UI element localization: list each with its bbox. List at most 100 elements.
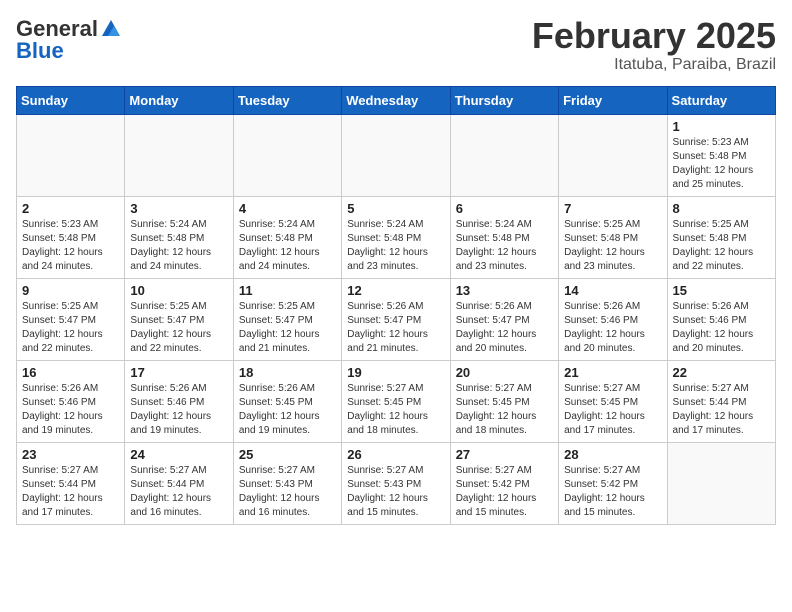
day-info: Sunrise: 5:27 AMSunset: 5:43 PMDaylight:… (347, 464, 444, 520)
day-number: 4 (239, 201, 336, 216)
day-info: Sunrise: 5:27 AMSunset: 5:43 PMDaylight:… (239, 464, 336, 520)
calendar-cell (559, 114, 667, 196)
day-number: 23 (22, 447, 119, 462)
day-number: 26 (347, 447, 444, 462)
calendar-cell: 23 Sunrise: 5:27 AMSunset: 5:44 PMDayligh… (17, 442, 125, 524)
calendar-cell: 25 Sunrise: 5:27 AMSunset: 5:43 PMDayligh… (233, 442, 341, 524)
calendar-cell (450, 114, 558, 196)
day-number: 12 (347, 283, 444, 298)
calendar-cell: 16Sunrise: 5:26 AMSunset: 5:46 PMDayligh… (17, 360, 125, 442)
day-info: Sunrise: 5:25 AMSunset: 5:47 PMDaylight:… (130, 300, 227, 356)
calendar-cell: 12 Sunrise: 5:26 AMSunset: 5:47 PMDayligh… (342, 278, 450, 360)
logo-blue-text: Blue (16, 38, 64, 64)
calendar-cell: 18Sunrise: 5:26 AMSunset: 5:45 PMDayligh… (233, 360, 341, 442)
weekday-header-tuesday: Tuesday (233, 86, 341, 114)
day-number: 15 (673, 283, 770, 298)
day-info: Sunrise: 5:23 AMSunset: 5:48 PMDaylight:… (22, 218, 119, 274)
day-number: 19 (347, 365, 444, 380)
calendar-cell: 8 Sunrise: 5:25 AMSunset: 5:48 PMDaylight… (667, 196, 775, 278)
day-info: Sunrise: 5:26 AMSunset: 5:47 PMDaylight:… (347, 300, 444, 356)
day-info: Sunrise: 5:24 AMSunset: 5:48 PMDaylight:… (239, 218, 336, 274)
day-number: 20 (456, 365, 553, 380)
day-info: Sunrise: 5:24 AMSunset: 5:48 PMDaylight:… (347, 218, 444, 274)
calendar-cell (667, 442, 775, 524)
calendar-cell: 22 Sunrise: 5:27 AMSunset: 5:44 PMDayligh… (667, 360, 775, 442)
calendar-table: SundayMondayTuesdayWednesdayThursdayFrid… (16, 86, 776, 525)
calendar-subtitle: Itatuba, Paraiba, Brazil (532, 56, 776, 74)
day-info: Sunrise: 5:26 AMSunset: 5:46 PMDaylight:… (673, 300, 770, 356)
weekday-header-friday: Friday (559, 86, 667, 114)
day-info: Sunrise: 5:26 AMSunset: 5:46 PMDaylight:… (130, 382, 227, 438)
calendar-cell (342, 114, 450, 196)
calendar-cell: 7Sunrise: 5:25 AMSunset: 5:48 PMDaylight… (559, 196, 667, 278)
weekday-header-monday: Monday (125, 86, 233, 114)
page-header: General Blue February 2025 Itatuba, Para… (16, 16, 776, 74)
calendar-cell: 6 Sunrise: 5:24 AMSunset: 5:48 PMDaylight… (450, 196, 558, 278)
calendar-cell: 9Sunrise: 5:25 AMSunset: 5:47 PMDaylight… (17, 278, 125, 360)
week-row-2: 2 Sunrise: 5:23 AMSunset: 5:48 PMDaylight… (17, 196, 776, 278)
calendar-cell: 11 Sunrise: 5:25 AMSunset: 5:47 PMDayligh… (233, 278, 341, 360)
calendar-cell: 4 Sunrise: 5:24 AMSunset: 5:48 PMDaylight… (233, 196, 341, 278)
day-number: 10 (130, 283, 227, 298)
calendar-cell: 27 Sunrise: 5:27 AMSunset: 5:42 PMDayligh… (450, 442, 558, 524)
calendar-cell: 2 Sunrise: 5:23 AMSunset: 5:48 PMDaylight… (17, 196, 125, 278)
day-number: 1 (673, 119, 770, 134)
day-info: Sunrise: 5:24 AMSunset: 5:48 PMDaylight:… (130, 218, 227, 274)
calendar-cell: 3 Sunrise: 5:24 AMSunset: 5:48 PMDaylight… (125, 196, 233, 278)
calendar-cell: 1 Sunrise: 5:23 AMSunset: 5:48 PMDaylight… (667, 114, 775, 196)
calendar-cell: 19 Sunrise: 5:27 AMSunset: 5:45 PMDayligh… (342, 360, 450, 442)
day-info: Sunrise: 5:27 AMSunset: 5:45 PMDaylight:… (456, 382, 553, 438)
day-number: 8 (673, 201, 770, 216)
title-section: February 2025 Itatuba, Paraiba, Brazil (532, 16, 776, 74)
weekday-header-saturday: Saturday (667, 86, 775, 114)
calendar-cell: 10 Sunrise: 5:25 AMSunset: 5:47 PMDayligh… (125, 278, 233, 360)
week-row-1: 1 Sunrise: 5:23 AMSunset: 5:48 PMDaylight… (17, 114, 776, 196)
calendar-cell: 28 Sunrise: 5:27 AMSunset: 5:42 PMDayligh… (559, 442, 667, 524)
calendar-title: February 2025 (532, 16, 776, 56)
day-number: 28 (564, 447, 661, 462)
week-row-4: 16Sunrise: 5:26 AMSunset: 5:46 PMDayligh… (17, 360, 776, 442)
week-row-3: 9Sunrise: 5:25 AMSunset: 5:47 PMDaylight… (17, 278, 776, 360)
calendar-cell: 5 Sunrise: 5:24 AMSunset: 5:48 PMDaylight… (342, 196, 450, 278)
weekday-header-wednesday: Wednesday (342, 86, 450, 114)
day-number: 25 (239, 447, 336, 462)
day-number: 21 (564, 365, 661, 380)
day-info: Sunrise: 5:27 AMSunset: 5:42 PMDaylight:… (456, 464, 553, 520)
day-number: 13 (456, 283, 553, 298)
calendar-cell (17, 114, 125, 196)
weekday-header-thursday: Thursday (450, 86, 558, 114)
day-info: Sunrise: 5:25 AMSunset: 5:48 PMDaylight:… (673, 218, 770, 274)
day-info: Sunrise: 5:26 AMSunset: 5:46 PMDaylight:… (22, 382, 119, 438)
logo-icon (100, 18, 122, 40)
calendar-cell: 24 Sunrise: 5:27 AMSunset: 5:44 PMDayligh… (125, 442, 233, 524)
calendar-cell (233, 114, 341, 196)
calendar-cell (125, 114, 233, 196)
day-info: Sunrise: 5:27 AMSunset: 5:45 PMDaylight:… (564, 382, 661, 438)
logo: General Blue (16, 16, 122, 64)
calendar-cell: 20 Sunrise: 5:27 AMSunset: 5:45 PMDayligh… (450, 360, 558, 442)
day-info: Sunrise: 5:27 AMSunset: 5:44 PMDaylight:… (22, 464, 119, 520)
day-info: Sunrise: 5:26 AMSunset: 5:45 PMDaylight:… (239, 382, 336, 438)
calendar-cell: 26 Sunrise: 5:27 AMSunset: 5:43 PMDayligh… (342, 442, 450, 524)
day-number: 11 (239, 283, 336, 298)
day-number: 24 (130, 447, 227, 462)
day-number: 27 (456, 447, 553, 462)
day-info: Sunrise: 5:23 AMSunset: 5:48 PMDaylight:… (673, 136, 770, 192)
calendar-cell: 17Sunrise: 5:26 AMSunset: 5:46 PMDayligh… (125, 360, 233, 442)
day-info: Sunrise: 5:27 AMSunset: 5:45 PMDaylight:… (347, 382, 444, 438)
day-number: 3 (130, 201, 227, 216)
calendar-cell: 14Sunrise: 5:26 AMSunset: 5:46 PMDayligh… (559, 278, 667, 360)
day-number: 5 (347, 201, 444, 216)
day-number: 2 (22, 201, 119, 216)
day-info: Sunrise: 5:25 AMSunset: 5:48 PMDaylight:… (564, 218, 661, 274)
day-info: Sunrise: 5:26 AMSunset: 5:47 PMDaylight:… (456, 300, 553, 356)
day-info: Sunrise: 5:24 AMSunset: 5:48 PMDaylight:… (456, 218, 553, 274)
day-info: Sunrise: 5:27 AMSunset: 5:44 PMDaylight:… (130, 464, 227, 520)
day-number: 6 (456, 201, 553, 216)
day-number: 22 (673, 365, 770, 380)
calendar-cell: 13 Sunrise: 5:26 AMSunset: 5:47 PMDayligh… (450, 278, 558, 360)
day-info: Sunrise: 5:25 AMSunset: 5:47 PMDaylight:… (239, 300, 336, 356)
day-info: Sunrise: 5:27 AMSunset: 5:44 PMDaylight:… (673, 382, 770, 438)
day-info: Sunrise: 5:27 AMSunset: 5:42 PMDaylight:… (564, 464, 661, 520)
day-info: Sunrise: 5:26 AMSunset: 5:46 PMDaylight:… (564, 300, 661, 356)
